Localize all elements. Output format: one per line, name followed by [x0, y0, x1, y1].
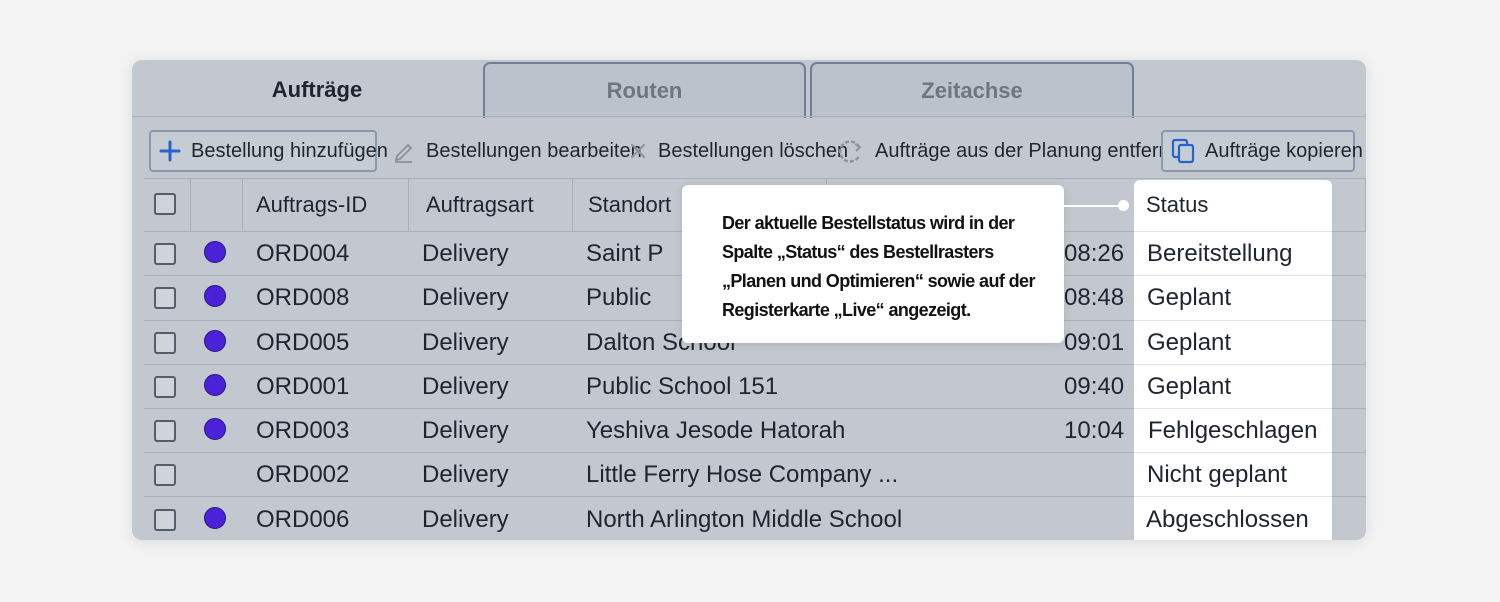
- route-color-dot: [204, 507, 226, 529]
- edit-orders-button[interactable]: Bestellungen bearbeiten: [392, 130, 642, 172]
- order-id-cell: ORD006: [256, 506, 350, 533]
- status-cell: Bereitstellung: [1147, 240, 1293, 267]
- callout-line: Der aktuelle Bestellstatus wird in der: [722, 213, 1015, 233]
- row-checkbox[interactable]: [154, 332, 176, 354]
- route-color-dot: [204, 374, 226, 396]
- time-cell: 09:01: [1064, 329, 1125, 356]
- status-row-divider: [1134, 320, 1332, 321]
- status-cell: Nicht geplant: [1147, 461, 1288, 488]
- route-color-dot: [204, 241, 226, 263]
- order-type-cell: Delivery: [422, 461, 509, 488]
- refresh-icon: [837, 137, 865, 165]
- callout-leader-line: [1064, 205, 1122, 207]
- order-type-cell: Delivery: [422, 373, 509, 400]
- callout-line: „Planen und Optimieren“ sowie auf der: [722, 271, 1035, 291]
- row-checkbox[interactable]: [154, 287, 176, 309]
- order-id-cell: ORD002: [256, 461, 350, 488]
- order-type-cell: Delivery: [422, 506, 509, 533]
- copy-icon: [1171, 138, 1195, 164]
- add-order-button[interactable]: Bestellung hinzufügen: [149, 130, 388, 172]
- location-cell: Yeshiva Jesode Hatorah: [586, 417, 846, 444]
- row-checkbox[interactable]: [154, 420, 176, 442]
- grid-column-divider: [572, 178, 573, 232]
- edit-orders-label: Bestellungen bearbeiten: [426, 139, 642, 162]
- order-id-cell: ORD008: [256, 284, 350, 311]
- status-row-divider: [1134, 408, 1332, 409]
- unschedule-orders-label: Aufträge aus der Planung entfernen: [875, 139, 1192, 162]
- route-color-dot: [204, 418, 226, 440]
- route-color-dot: [204, 330, 226, 352]
- callout-leader-dot: [1118, 200, 1129, 211]
- copy-orders-label: Aufträge kopieren: [1205, 139, 1363, 162]
- grid-column-divider: [190, 178, 191, 232]
- unschedule-orders-button[interactable]: Aufträge aus der Planung entfernen: [837, 130, 1192, 172]
- row-checkbox[interactable]: [154, 376, 176, 398]
- location-cell: Saint P: [586, 240, 664, 267]
- status-row-divider: [1134, 275, 1332, 276]
- order-type-cell: Delivery: [422, 240, 509, 267]
- time-cell: 10:04: [1064, 417, 1125, 444]
- tab-label: Zeitachse: [921, 78, 1023, 103]
- status-callout: Der aktuelle Bestellstatus wird in der S…: [682, 185, 1064, 343]
- order-type-cell: Delivery: [422, 329, 509, 356]
- location-cell: Little Ferry Hose Company ...: [586, 461, 899, 488]
- status-cell: Abgeschlossen: [1146, 506, 1309, 533]
- column-header-status[interactable]: Status: [1146, 194, 1208, 216]
- time-cell: 08:26: [1064, 240, 1125, 267]
- status-row-divider: [1134, 231, 1332, 232]
- time-cell: 08:48: [1064, 284, 1125, 311]
- location-cell: Public School 151: [586, 373, 779, 400]
- copy-orders-button[interactable]: Aufträge kopieren: [1161, 130, 1363, 172]
- location-cell: Public: [586, 284, 652, 311]
- order-id-cell: ORD001: [256, 373, 350, 400]
- tab-label: Routen: [606, 78, 683, 103]
- callout-line: Spalte „Status“ des Bestellrasters: [722, 242, 994, 262]
- grid-column-divider: [408, 178, 409, 232]
- callout-text: Der aktuelle Bestellstatus wird in der S…: [722, 209, 1052, 325]
- add-order-label: Bestellung hinzufügen: [191, 139, 388, 162]
- order-type-cell: Delivery: [422, 417, 509, 444]
- status-cell: Geplant: [1147, 329, 1232, 356]
- column-header-location[interactable]: Standort: [588, 194, 671, 216]
- tab-bar-divider: [132, 116, 1366, 117]
- tab-auftraege[interactable]: Aufträge: [152, 62, 482, 118]
- column-header-order-type[interactable]: Auftragsart: [426, 194, 534, 216]
- grid-line: [144, 178, 1366, 179]
- order-id-cell: ORD003: [256, 417, 350, 444]
- route-color-dot: [204, 285, 226, 307]
- row-checkbox[interactable]: [154, 464, 176, 486]
- grid-column-divider: [1365, 178, 1366, 232]
- grid-column-divider: [242, 178, 243, 232]
- row-checkbox[interactable]: [154, 243, 176, 265]
- status-row-divider: [1134, 364, 1332, 365]
- tab-routen[interactable]: Routen: [483, 62, 806, 118]
- location-cell: North Arlington Middle School: [586, 506, 903, 533]
- status-cell: Geplant: [1147, 373, 1232, 400]
- column-header-order-id[interactable]: Auftrags-ID: [256, 194, 367, 216]
- order-type-cell: Delivery: [422, 284, 509, 311]
- close-icon: [628, 141, 648, 161]
- pencil-icon: [392, 139, 416, 163]
- time-cell: 09:40: [1064, 373, 1125, 400]
- tab-label: Aufträge: [271, 77, 363, 102]
- status-row-divider: [1134, 496, 1332, 497]
- tab-zeitachse[interactable]: Zeitachse: [810, 62, 1134, 118]
- delete-orders-button[interactable]: Bestellungen löschen: [628, 130, 848, 172]
- status-row-divider: [1134, 452, 1332, 453]
- order-id-cell: ORD004: [256, 240, 350, 267]
- status-cell: Fehlgeschlagen: [1148, 417, 1318, 444]
- delete-orders-label: Bestellungen löschen: [658, 139, 849, 162]
- row-checkbox[interactable]: [154, 509, 176, 531]
- callout-line: Registerkarte „Live“ angezeigt.: [722, 300, 971, 320]
- order-id-cell: ORD005: [256, 329, 350, 356]
- status-cell: Geplant: [1147, 284, 1232, 311]
- plus-icon: [159, 140, 181, 162]
- select-all-checkbox[interactable]: [154, 193, 176, 215]
